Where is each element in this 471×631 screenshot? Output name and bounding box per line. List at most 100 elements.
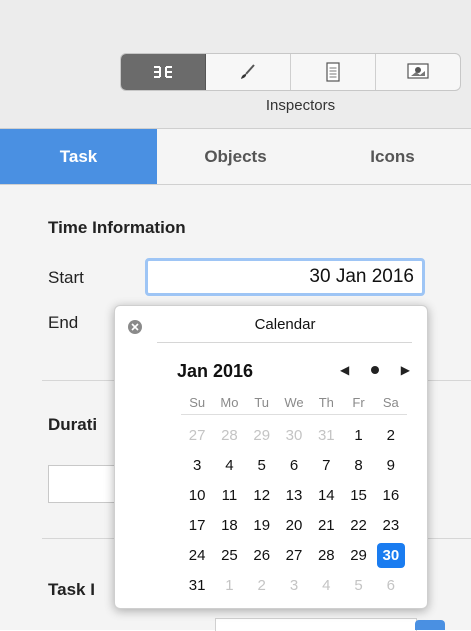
task-info-field[interactable] [215, 618, 417, 631]
calendar-day[interactable]: 16 [375, 480, 407, 510]
task-info-button[interactable] [415, 620, 445, 630]
close-icon [131, 323, 139, 331]
tab-objects[interactable]: Objects [157, 129, 314, 184]
weekday-label: Th [318, 395, 334, 410]
calendar-day[interactable]: 8 [342, 450, 374, 480]
calendar-day-number: 3 [289, 576, 299, 594]
calendar-day-number: 26 [253, 546, 271, 564]
calendar-day[interactable]: 31 [310, 420, 342, 450]
document-icon [326, 62, 340, 82]
calendar-day[interactable]: 13 [278, 480, 310, 510]
calendar-day-number: 2 [386, 426, 396, 444]
weekday-label: We [284, 395, 304, 410]
calendar-day-number: 30 [376, 542, 405, 568]
calendar-day[interactable]: 9 [375, 450, 407, 480]
segment-image-inspector[interactable] [376, 54, 460, 90]
calendar-day-number: 25 [221, 546, 238, 564]
calendar-day[interactable]: 27 [181, 420, 213, 450]
calendar-day-number: 7 [322, 456, 331, 474]
calendar-day[interactable]: 20 [278, 510, 310, 540]
inspector-grid-icon [154, 66, 172, 78]
calendar-day-number: 30 [285, 426, 303, 444]
calendar-day-number: 1 [225, 576, 234, 594]
calendar-day[interactable]: 2 [375, 420, 407, 450]
calendar-day-number: 2 [257, 576, 266, 594]
calendar-day[interactable]: 2 [246, 570, 278, 600]
segment-document-inspector[interactable] [291, 54, 376, 90]
calendar-day[interactable]: 22 [342, 510, 374, 540]
calendar-day[interactable]: 27 [278, 540, 310, 570]
calendar-day[interactable]: 5 [342, 570, 374, 600]
calendar-day[interactable]: 14 [310, 480, 342, 510]
month-navigation: ◀ ▶ [340, 363, 410, 377]
calendar-day-number: 4 [322, 576, 331, 594]
weekday-label: Mo [220, 395, 239, 410]
segment-task-inspector[interactable] [121, 54, 206, 90]
calendar-day-number: 3 [192, 456, 202, 474]
calendar-day-selected[interactable]: 30 [375, 540, 407, 570]
calendar-day-number: 12 [253, 486, 271, 504]
previous-month-button[interactable]: ◀ [340, 363, 349, 377]
today-button[interactable] [371, 366, 379, 374]
calendar-day-number: 31 [317, 426, 335, 444]
calendar-day[interactable]: 25 [213, 540, 245, 570]
calendar-day-number: 4 [225, 456, 234, 474]
calendar-day[interactable]: 5 [246, 450, 278, 480]
brush-icon [241, 64, 255, 79]
weekday-header: Su Mo Tu We Th Fr Sa [181, 395, 407, 410]
calendar-day[interactable]: 10 [181, 480, 213, 510]
calendar-day[interactable]: 28 [310, 540, 342, 570]
end-label: End [48, 313, 79, 332]
calendar-day[interactable]: 1 [213, 570, 245, 600]
calendar-day-number: 6 [386, 576, 396, 594]
calendar-day[interactable]: 15 [342, 480, 374, 510]
calendar-day-number: 22 [350, 516, 367, 534]
calendar-day-number: 15 [350, 486, 367, 504]
calendar-day[interactable]: 28 [213, 420, 245, 450]
calendar-day-number: 14 [317, 486, 335, 504]
calendar-day[interactable]: 3 [181, 450, 213, 480]
next-month-button[interactable]: ▶ [401, 363, 410, 377]
calendar-day-number: 17 [188, 516, 206, 534]
calendar-day[interactable]: 23 [375, 510, 407, 540]
calendar-day-number: 27 [285, 546, 303, 564]
close-button[interactable] [128, 320, 142, 334]
calendar-day-number: 27 [188, 426, 206, 444]
calendar-day[interactable]: 12 [246, 480, 278, 510]
title-divider [157, 342, 412, 343]
calendar-day[interactable]: 6 [375, 570, 407, 600]
calendar-day-number: 8 [354, 456, 363, 474]
calendar-day-number: 1 [354, 426, 363, 444]
calendar-day[interactable]: 26 [246, 540, 278, 570]
start-date-field[interactable]: 30 Jan 2016 [145, 258, 425, 296]
calendar-day-number: 6 [289, 456, 299, 474]
calendar-day[interactable]: 11 [213, 480, 245, 510]
calendar-day[interactable]: 30 [278, 420, 310, 450]
calendar-day[interactable]: 24 [181, 540, 213, 570]
calendar-day-number: 16 [382, 486, 400, 504]
calendar-day[interactable]: 3 [278, 570, 310, 600]
tab-task[interactable]: Task [0, 129, 157, 184]
calendar-day-number: 29 [350, 546, 367, 564]
calendar-day[interactable]: 21 [310, 510, 342, 540]
calendar-day[interactable]: 7 [310, 450, 342, 480]
tab-icons[interactable]: Icons [314, 129, 471, 184]
calendar-day[interactable]: 29 [246, 420, 278, 450]
duration-title: Durati [48, 415, 98, 434]
segment-style-inspector[interactable] [206, 54, 291, 90]
calendar-day-number: 21 [317, 516, 335, 534]
calendar-day[interactable]: 31 [181, 570, 213, 600]
calendar-grid: 27 28 29 30 31 1 2 3 4 5 6 7 8 9 10 11 12 13 14 15 16 17 18 19 2… [181, 420, 407, 600]
calendar-day-number: 13 [285, 486, 303, 504]
calendar-day[interactable]: 6 [278, 450, 310, 480]
calendar-day[interactable]: 17 [181, 510, 213, 540]
calendar-day[interactable]: 4 [213, 450, 245, 480]
calendar-day-number: 11 [221, 486, 238, 504]
calendar-day[interactable]: 19 [246, 510, 278, 540]
calendar-day[interactable]: 1 [342, 420, 374, 450]
calendar-day[interactable]: 29 [342, 540, 374, 570]
calendar-day[interactable]: 4 [310, 570, 342, 600]
inspector-toolbar: Inspectors [0, 0, 471, 129]
calendar-day[interactable]: 18 [213, 510, 245, 540]
weekday-label: Su [189, 395, 206, 410]
